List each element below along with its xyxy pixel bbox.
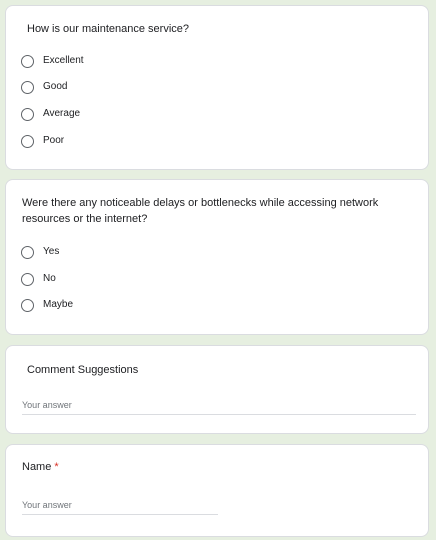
name-answer-input[interactable] xyxy=(22,496,218,515)
radio-button[interactable] xyxy=(21,134,34,148)
comment-answer-input[interactable] xyxy=(22,396,416,415)
radio-option-excellent[interactable]: Excellent xyxy=(21,52,84,70)
question-card-name: Name * xyxy=(5,444,429,537)
option-label: Poor xyxy=(43,135,65,146)
option-label: Maybe xyxy=(43,299,74,310)
option-label: Average xyxy=(43,108,81,119)
option-label: Good xyxy=(43,81,68,92)
question-title: Comment Suggestions xyxy=(27,364,139,376)
radio-option-maybe[interactable]: Maybe xyxy=(21,296,73,314)
radio-option-poor[interactable]: Poor xyxy=(21,132,64,150)
question-card-comment-suggestions: Comment Suggestions xyxy=(5,345,429,434)
option-label: Excellent xyxy=(43,55,84,66)
required-asterisk: * xyxy=(54,461,59,473)
question-title-text: Name xyxy=(22,461,52,473)
radio-button[interactable] xyxy=(21,272,34,286)
radio-button[interactable] xyxy=(21,54,34,68)
radio-button[interactable] xyxy=(21,298,34,312)
option-label: No xyxy=(43,273,56,284)
radio-button[interactable] xyxy=(21,245,34,259)
radio-button[interactable] xyxy=(21,107,34,121)
question-title-line-2: resources or the internet? xyxy=(22,213,148,225)
option-label: Yes xyxy=(43,246,60,257)
question-card-delays: Were there any noticeable delays or bott… xyxy=(5,179,429,335)
radio-option-yes[interactable]: Yes xyxy=(21,243,59,261)
question-title: How is our maintenance service? xyxy=(27,23,190,35)
radio-option-no[interactable]: No xyxy=(21,270,56,288)
question-card-maintenance: How is our maintenance service? Excellen… xyxy=(5,5,429,170)
radio-option-good[interactable]: Good xyxy=(21,78,67,96)
radio-option-average[interactable]: Average xyxy=(21,105,80,123)
question-title-line-1: Were there any noticeable delays or bott… xyxy=(22,197,379,209)
question-title: Name * xyxy=(22,459,59,475)
radio-button[interactable] xyxy=(21,80,34,94)
